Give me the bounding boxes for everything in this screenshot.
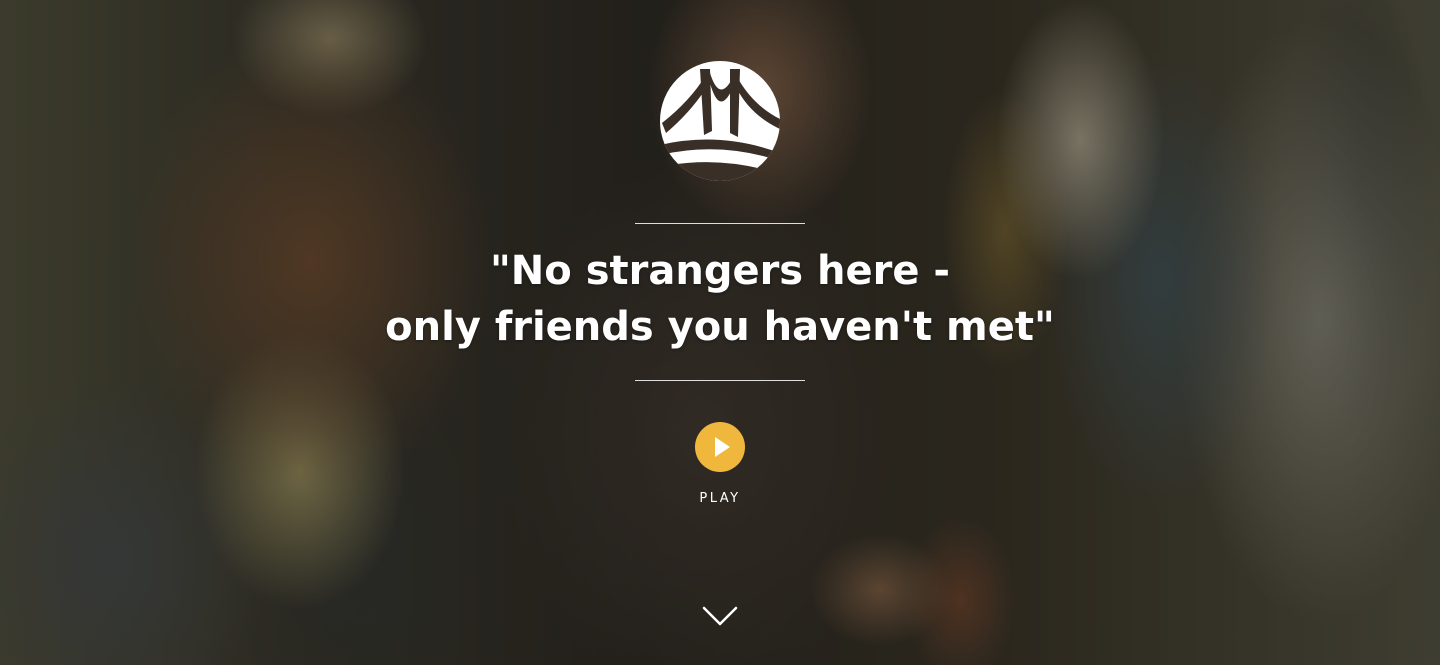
quote-line-2: only friends you haven't met" — [385, 304, 1055, 350]
hero-content: "No strangers here - only friends you ha… — [0, 0, 1440, 665]
scroll-down-button[interactable] — [700, 602, 740, 632]
bridge-logo-icon[interactable] — [660, 61, 780, 181]
play-button[interactable] — [695, 422, 745, 472]
divider-bottom — [635, 380, 805, 381]
chevron-down-icon — [702, 606, 738, 626]
play-label[interactable]: PLAY — [660, 491, 780, 506]
divider-top — [635, 223, 805, 224]
play-icon — [715, 437, 730, 457]
hero-section: "No strangers here - only friends you ha… — [0, 0, 1440, 665]
quote-line-1: "No strangers here - — [489, 248, 951, 294]
